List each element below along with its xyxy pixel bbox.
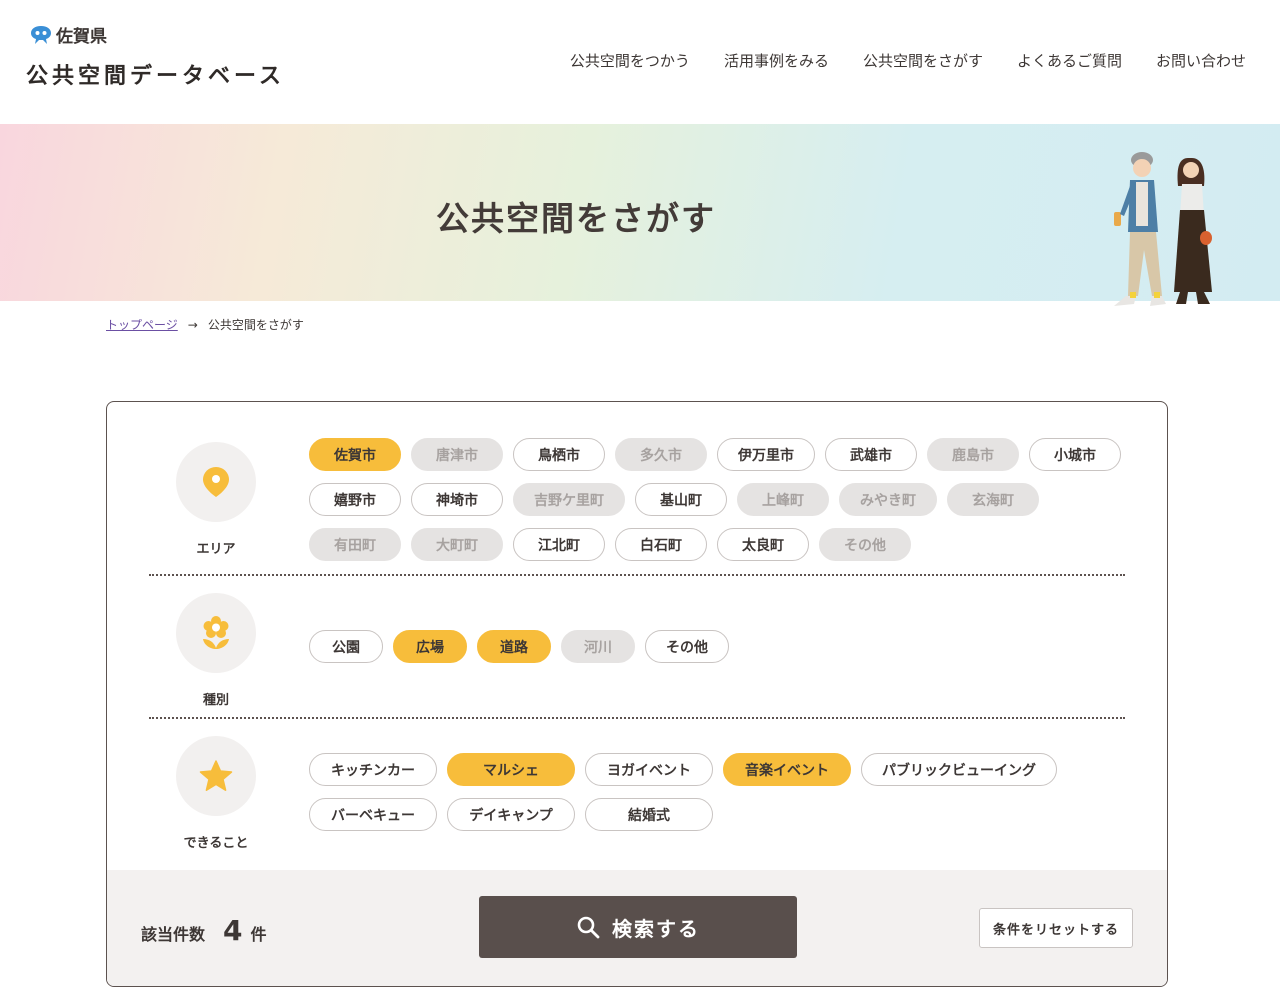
nav-case-studies[interactable]: 活用事例をみる [724,50,829,71]
filter-area-row: エリア 佐賀市 唐津市 鳥栖市 多久市 伊万里市 武雄市 鹿島市 小城市嬉野市 神埼市 吉野ケ里町… [107,426,1167,576]
search-icon [577,916,600,939]
type-option-chip[interactable]: 公園 [309,630,383,663]
breadcrumb-current: 公共空間をさがす [207,318,304,332]
filter-activity-row: できること キッチンカー マルシェ ヨガイベント 音楽イベント パブリックビューイングバ… [107,720,1167,870]
area-option-chip: 有田町 [309,528,401,561]
activity-option-chip[interactable]: 結婚式 [585,798,713,831]
flower-icon [203,616,229,649]
filter-type-heading: 種別 [175,593,257,708]
area-option-chip[interactable]: 江北町 [513,528,605,561]
area-option-chip: その他 [819,528,911,561]
activity-option-chip[interactable]: マルシェ [447,753,575,786]
prefecture-logo[interactable]: 佐賀県 [30,22,107,47]
area-option-chip: 吉野ケ里町 [513,483,625,516]
filter-type-options: 公園 広場 道路 河川 その他 [309,630,1127,663]
nav-use-space[interactable]: 公共空間をつかう [570,50,690,71]
area-option-chip[interactable]: 武雄市 [825,438,917,471]
type-option-chip[interactable]: その他 [645,630,729,663]
result-count-value: 4 [223,914,243,947]
activity-option-chip[interactable]: キッチンカー [309,753,437,786]
activity-option-chip[interactable]: パブリックビューイング [861,753,1057,786]
nav-faq[interactable]: よくあるご質問 [1017,50,1122,71]
saga-emblem-icon [31,25,51,44]
area-option-chip[interactable]: 佐賀市 [309,438,401,471]
type-option-chip: 河川 [561,630,635,663]
filter-area-label: エリア [196,542,236,557]
area-option-chip: 大町町 [411,528,503,561]
search-panel-footer: 該当件数 4 件 検索する 条件をリセットする [107,870,1167,986]
page-title: 公共空間をさがす [436,199,716,238]
filter-type-label: 種別 [202,693,229,708]
activity-option-chip[interactable]: バーベキュー [309,798,437,831]
filter-area-heading: エリア [175,442,257,557]
result-count: 該当件数 4 件 [141,914,267,947]
result-count-label: 該当件数 [141,925,206,944]
area-option-chip[interactable]: 神埼市 [411,483,503,516]
nav-search-space[interactable]: 公共空間をさがす [863,50,983,71]
result-count-unit: 件 [250,925,267,944]
section-divider [149,717,1125,719]
nav-contact[interactable]: お問い合わせ [1156,50,1246,71]
activity-option-chip[interactable]: ヨガイベント [585,753,713,786]
area-option-chip: みやき町 [839,483,937,516]
area-option-chip[interactable]: 鳥栖市 [513,438,605,471]
site-header: 佐賀県 公共空間データベース 公共空間をつかう 活用事例をみる 公共空間をさがす… [0,0,1280,124]
type-option-chip[interactable]: 広場 [393,630,467,663]
area-option-chip: 鹿島市 [927,438,1019,471]
filter-activity-icon-circle [176,736,256,816]
search-button[interactable]: 検索する [479,896,797,958]
area-option-chip[interactable]: 嬉野市 [309,483,401,516]
area-option-chip: 玄海町 [947,483,1039,516]
search-button-label: 検索する [612,916,700,941]
filter-type-icon-circle [176,593,256,673]
prefecture-name: 佐賀県 [56,27,107,47]
walking-people-illustration [1114,152,1212,306]
map-pin-icon [203,467,229,497]
filter-activity-options: キッチンカー マルシェ ヨガイベント 音楽イベント パブリックビューイングバーベキューデ… [309,753,1127,831]
filter-type-row: 種別 公園 広場 道路 河川 その他 [107,577,1167,719]
area-option-chip: 唐津市 [411,438,503,471]
search-filter-panel: エリア 佐賀市 唐津市 鳥栖市 多久市 伊万里市 武雄市 鹿島市 小城市嬉野市 神埼市 吉野ケ里町… [106,401,1168,987]
area-option-chip: 多久市 [615,438,707,471]
filter-activity-label: できること [183,836,249,851]
breadcrumb-arrow-icon: → [187,317,198,332]
hero-banner: 公共空間をさがす [0,124,1280,301]
reset-filters-button[interactable]: 条件をリセットする [979,908,1133,948]
activity-option-chip[interactable]: 音楽イベント [723,753,851,786]
area-option-chip: 上峰町 [737,483,829,516]
area-option-chip[interactable]: 基山町 [635,483,727,516]
area-option-chip[interactable]: 太良町 [717,528,809,561]
filter-area-options: 佐賀市 唐津市 鳥栖市 多久市 伊万里市 武雄市 鹿島市 小城市嬉野市 神埼市 吉野ケ里町 基山町上… [309,438,1127,561]
area-option-chip[interactable]: 伊万里市 [717,438,815,471]
area-option-chip[interactable]: 白石町 [615,528,707,561]
main-nav: 公共空間をつかう 活用事例をみる 公共空間をさがす よくあるご質問 お問い合わせ [570,50,1246,71]
site-title[interactable]: 公共空間データベース [26,58,285,90]
filter-activity-heading: できること [175,736,257,851]
section-divider [149,574,1125,576]
area-option-chip[interactable]: 小城市 [1029,438,1121,471]
star-icon [199,760,233,791]
filter-area-icon-circle [176,442,256,522]
breadcrumb: トップページ → 公共空間をさがす [106,316,304,333]
type-option-chip[interactable]: 道路 [477,630,551,663]
activity-option-chip[interactable]: デイキャンプ [447,798,575,831]
breadcrumb-home-link[interactable]: トップページ [106,316,178,333]
